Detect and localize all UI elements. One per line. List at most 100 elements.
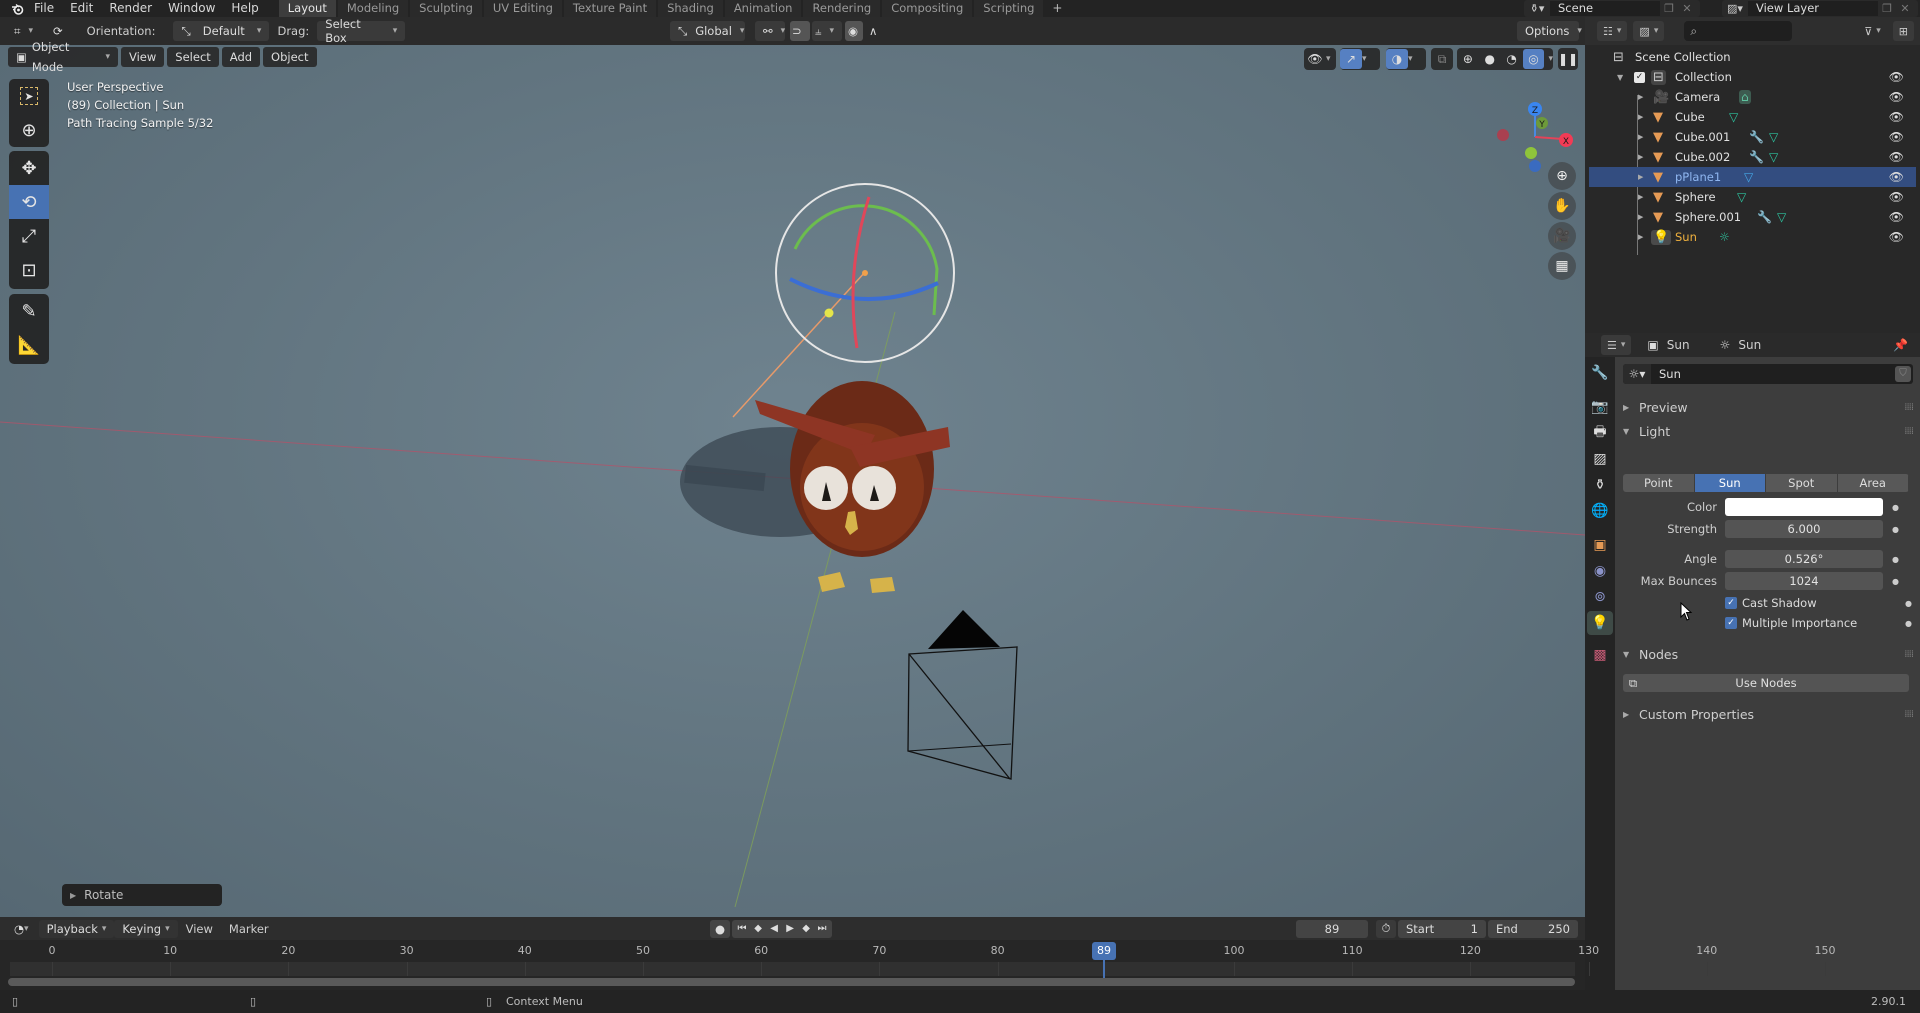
- options-dropdown[interactable]: Options ▾: [1517, 21, 1582, 41]
- light-type-browse-icon[interactable]: ☼▾: [1623, 364, 1651, 384]
- tab-light-data[interactable]: 💡: [1587, 611, 1613, 635]
- zoom-view-button[interactable]: ⊕: [1548, 162, 1576, 190]
- expand-triangle-icon[interactable]: ▶: [1638, 213, 1643, 221]
- rotate-tool[interactable]: ⟲: [9, 185, 49, 219]
- pivot-point-dropdown[interactable]: ⚯ ▾: [755, 21, 785, 41]
- current-frame-field[interactable]: 89: [1296, 919, 1368, 938]
- play-reverse-icon[interactable]: ◀: [766, 920, 782, 938]
- eye-icon[interactable]: 👁: [1889, 130, 1904, 144]
- outliner-item-pplane1[interactable]: ▶ ▼ pPlane1 ▽ 👁: [1589, 167, 1916, 187]
- playback-dropdown[interactable]: Playback ▾: [38, 919, 115, 938]
- jump-start-icon[interactable]: ⏮: [734, 920, 750, 938]
- orientation-dropdown[interactable]: ⤡ Default ▾: [173, 21, 270, 41]
- properties-editor-type[interactable]: ☰ ▾: [1601, 335, 1632, 355]
- tab-compositing[interactable]: Compositing: [882, 0, 973, 17]
- tab-tool[interactable]: 🔧: [1587, 361, 1613, 385]
- eye-icon[interactable]: 👁: [1889, 150, 1904, 164]
- falloff-dropdown[interactable]: ∧: [866, 21, 890, 41]
- shading-options-chevron[interactable]: ▾: [1548, 54, 1553, 64]
- outliner-item-sphere-001[interactable]: ▶ ▼ Sphere.001 🔧 ▽ 👁: [1589, 207, 1916, 227]
- proportional-edit-toggle[interactable]: ◉: [845, 21, 863, 41]
- expand-triangle-icon[interactable]: ▶: [1638, 193, 1643, 201]
- menu-help[interactable]: Help: [223, 0, 266, 17]
- tab-scene[interactable]: ⚱: [1587, 473, 1613, 497]
- timeline-marker-menu[interactable]: Marker: [221, 922, 277, 936]
- collection-row[interactable]: ▼ ✓ ⊟ Collection 👁: [1589, 67, 1916, 87]
- eye-icon[interactable]: 👁: [1889, 230, 1904, 244]
- next-keyframe-icon[interactable]: ◆: [798, 920, 814, 938]
- panel-custom-properties-header[interactable]: ▶ Custom Properties ⁞⁞⁞⁞: [1623, 704, 1914, 724]
- material-shading-icon[interactable]: ◔: [1501, 49, 1523, 69]
- current-frame-indicator[interactable]: 89: [1091, 942, 1116, 960]
- mesh-data-icon[interactable]: ▽: [1737, 190, 1746, 204]
- pan-view-button[interactable]: ✋: [1548, 192, 1576, 220]
- light-type-spot[interactable]: Spot: [1766, 474, 1838, 492]
- mesh-data-icon[interactable]: ▽: [1769, 130, 1778, 144]
- blender-logo-icon[interactable]: [8, 0, 26, 17]
- eye-icon[interactable]: 👁: [1889, 70, 1904, 84]
- multiple-importance-checkbox[interactable]: ✓: [1725, 617, 1737, 629]
- outliner-editor-type[interactable]: ☷ ▾: [1597, 21, 1628, 41]
- move-tool[interactable]: ✥: [9, 151, 49, 185]
- drag-grip-icon[interactable]: ⁞⁞⁞⁞: [1904, 402, 1914, 413]
- eye-icon[interactable]: 👁: [1889, 110, 1904, 124]
- menu-object[interactable]: Object: [263, 47, 317, 67]
- tab-world[interactable]: 🌐: [1587, 499, 1613, 523]
- angle-field[interactable]: 0.526°: [1725, 550, 1883, 568]
- tab-animation[interactable]: Animation: [724, 0, 802, 17]
- auto-keying-toggle[interactable]: ●: [710, 919, 731, 938]
- mesh-data-icon[interactable]: ▽: [1777, 210, 1786, 224]
- snap-target-dropdown[interactable]: ⫨ ▾: [812, 21, 842, 41]
- cursor-tool[interactable]: ⊕: [9, 113, 49, 147]
- delete-scene-icon[interactable]: ✕: [1678, 2, 1696, 15]
- redo-panel[interactable]: ▶ Rotate: [62, 884, 222, 906]
- select-box-tool[interactable]: ➤: [9, 79, 49, 113]
- max-bounces-field[interactable]: 1024: [1725, 572, 1883, 590]
- tab-texture-paint[interactable]: Texture Paint: [563, 0, 657, 17]
- menu-window[interactable]: Window: [160, 0, 223, 17]
- expand-triangle-icon[interactable]: ▶: [1638, 113, 1643, 121]
- eye-icon[interactable]: 👁: [1889, 170, 1904, 184]
- outliner-item-sphere[interactable]: ▶ ▼ Sphere ▽ 👁: [1589, 187, 1916, 207]
- keyframe-dot-icon[interactable]: ●: [1905, 599, 1912, 608]
- menu-add[interactable]: Add: [221, 47, 261, 67]
- outliner-item-camera[interactable]: ▶ 🎥 Camera ⌂ 👁: [1589, 87, 1916, 107]
- menu-render[interactable]: Render: [101, 0, 160, 17]
- 3d-viewport[interactable]: ⌗ ▾ ⟳ Orientation: ⤡ Default ▾ Drag: Selec…: [0, 17, 1585, 917]
- frame-ruler[interactable]: 0102030405060708089100110120130140150160…: [0, 940, 1836, 962]
- outliner-item-cube-001[interactable]: ▶ ▼ Cube.001 🔧 ▽ 👁: [1589, 127, 1916, 147]
- pause-render-button[interactable]: ❚❚: [1558, 48, 1578, 70]
- expand-triangle-icon[interactable]: ▶: [1638, 93, 1643, 101]
- pin-icon[interactable]: 📌: [1893, 338, 1908, 352]
- tab-modeling[interactable]: Modeling: [337, 0, 409, 17]
- wrench-modifier-icon[interactable]: 🔧: [1749, 150, 1764, 164]
- keyframe-dot-icon[interactable]: ●: [1892, 555, 1899, 564]
- tab-shading[interactable]: Shading: [658, 0, 723, 17]
- new-scene-icon[interactable]: ❐: [1660, 2, 1678, 15]
- rendered-shading-icon[interactable]: ◎: [1522, 49, 1545, 69]
- mesh-data-icon[interactable]: ▽: [1744, 170, 1753, 184]
- light-type-sun[interactable]: Sun: [1694, 474, 1766, 492]
- light-type-area[interactable]: Area: [1837, 474, 1909, 492]
- mesh-data-icon[interactable]: ▽: [1729, 110, 1738, 124]
- expand-triangle-icon[interactable]: ▶: [1638, 153, 1643, 161]
- new-collection-button[interactable]: ⊞: [1892, 21, 1914, 41]
- eye-icon[interactable]: 👁: [1889, 190, 1904, 204]
- scene-name-field[interactable]: Scene: [1550, 1, 1660, 16]
- use-preview-range-toggle[interactable]: ⏱: [1376, 919, 1396, 938]
- tab-constraints[interactable]: ⊚: [1587, 585, 1613, 609]
- timeline-scrollbar[interactable]: [8, 978, 1575, 986]
- add-workspace-button[interactable]: +: [1045, 0, 1069, 17]
- tab-render[interactable]: 📷: [1587, 395, 1613, 419]
- view-layer-icon[interactable]: ▨▾: [1722, 2, 1748, 15]
- expand-triangle-icon[interactable]: ▶: [1638, 233, 1643, 241]
- tab-physics[interactable]: ◉: [1587, 559, 1613, 583]
- drag-grip-icon[interactable]: ⁞⁞⁞⁞: [1904, 649, 1914, 660]
- keyframe-dot-icon[interactable]: ●: [1905, 619, 1912, 628]
- wireframe-shading-icon[interactable]: ⊕: [1457, 49, 1479, 69]
- prev-keyframe-icon[interactable]: ◆: [750, 920, 766, 938]
- ortho-toggle-button[interactable]: ▦: [1548, 252, 1576, 280]
- datablock-name-field[interactable]: Sun: [1659, 367, 1681, 381]
- eye-icon[interactable]: 👁: [1889, 90, 1904, 104]
- play-icon[interactable]: ▶: [782, 920, 798, 938]
